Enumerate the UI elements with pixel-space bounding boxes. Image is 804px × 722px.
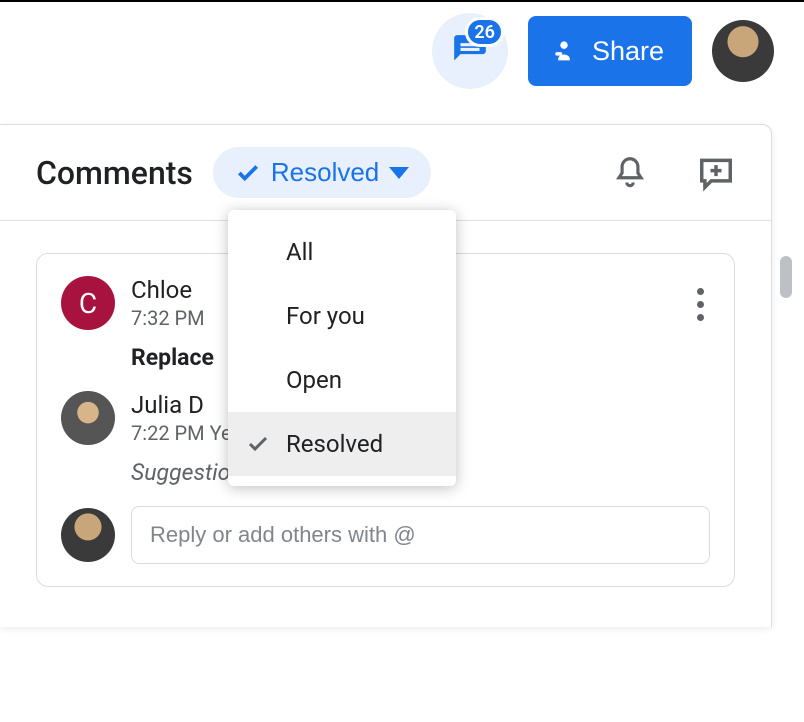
filter-option-label: All [286,238,313,266]
filter-option-open[interactable]: Open [228,348,456,412]
reply-row [61,506,710,564]
editor-toolbar: 26 Share [0,0,804,100]
commenter-avatar: C [61,276,115,330]
filter-dropdown: All For you Open Resolved [228,210,456,486]
share-button[interactable]: Share [528,16,692,86]
caret-down-icon [389,167,409,179]
person-share-icon [550,37,578,65]
commenter-avatar [61,391,115,445]
filter-option-label: For you [286,302,365,330]
new-comment-icon[interactable] [697,154,735,192]
filter-option-resolved[interactable]: Resolved [228,412,456,476]
comment-filter-label: Resolved [271,157,379,188]
comments-title: Comments [36,154,193,192]
comments-panel-header: Comments Resolved [0,125,771,221]
filter-option-label: Resolved [286,430,383,458]
filter-option-for-you[interactable]: For you [228,284,456,348]
comment-count-badge: 26 [465,17,504,47]
filter-option-label: Open [286,366,342,394]
notifications-icon[interactable] [611,154,649,192]
filter-option-all[interactable]: All [228,220,456,284]
share-button-label: Share [592,36,664,67]
comment-more-button[interactable] [691,282,710,327]
comment-history-button[interactable]: 26 [432,13,508,89]
account-avatar[interactable] [712,20,774,82]
check-icon [235,160,261,186]
check-icon [246,432,270,456]
current-user-avatar [61,508,115,562]
scrollbar-thumb[interactable] [780,256,792,298]
reply-input[interactable] [131,506,710,564]
comment-filter-button[interactable]: Resolved [213,147,431,198]
